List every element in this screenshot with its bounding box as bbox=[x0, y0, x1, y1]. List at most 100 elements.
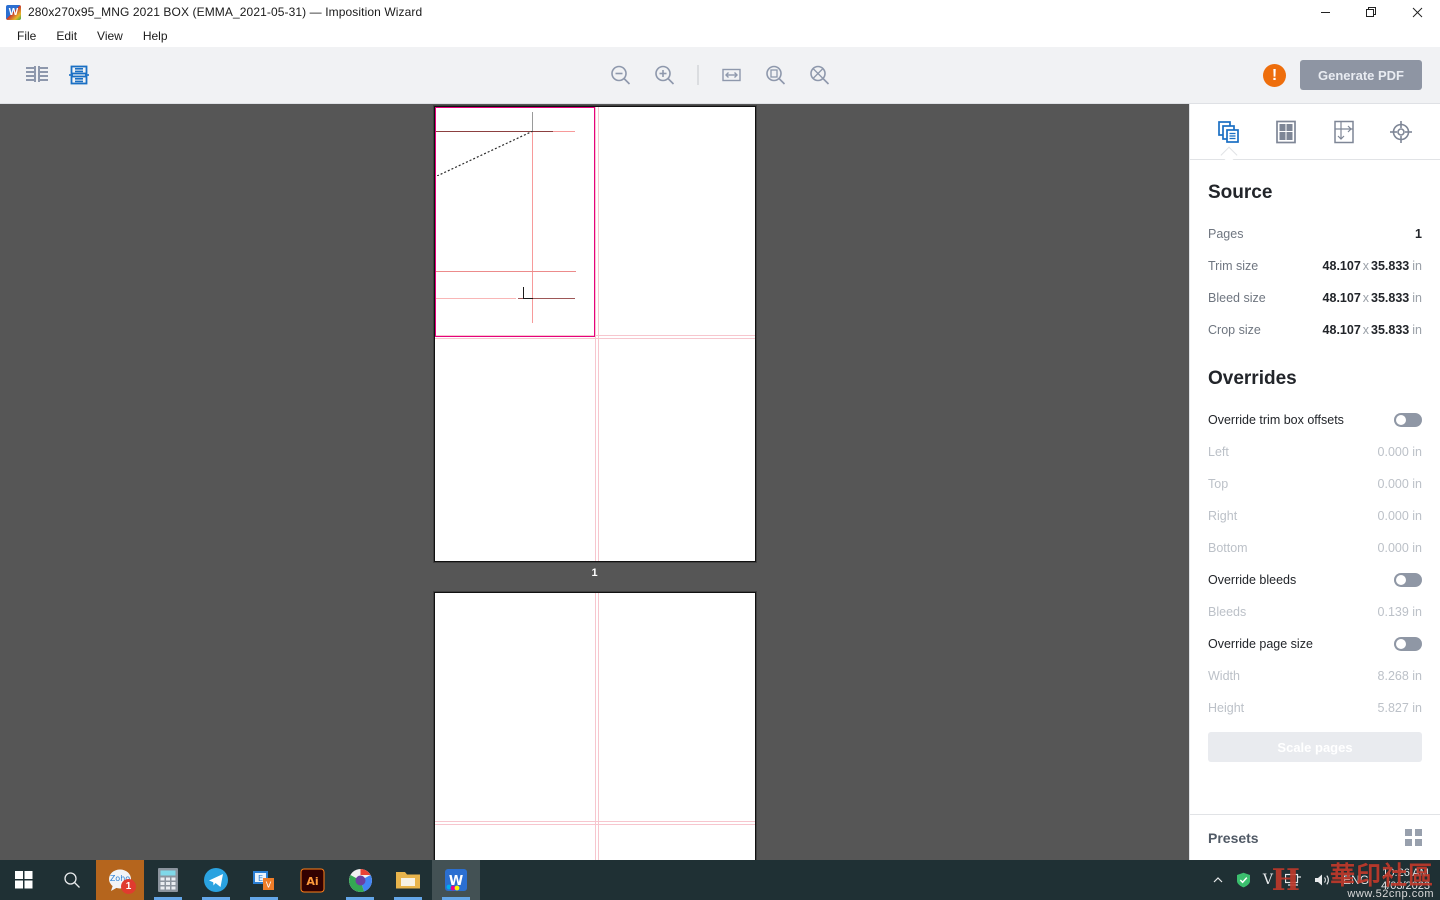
search-button[interactable] bbox=[48, 860, 96, 900]
sheet-page-label: 1 bbox=[591, 567, 598, 579]
clock-date: 4/03/2023 bbox=[1381, 880, 1430, 892]
row-value: 0.000 in bbox=[1377, 509, 1422, 523]
row-override-trim-box-offsets: Override trim box offsets bbox=[1208, 404, 1422, 436]
selected-page-slot[interactable] bbox=[434, 107, 595, 337]
row-label: Bleed size bbox=[1208, 291, 1266, 305]
fit-width-icon[interactable] bbox=[719, 62, 745, 88]
imposition-icon[interactable] bbox=[66, 62, 92, 88]
tab-margins[interactable] bbox=[1327, 115, 1361, 149]
unit-label: in bbox=[1412, 291, 1422, 305]
tab-layout[interactable] bbox=[1269, 115, 1303, 149]
shield-icon[interactable] bbox=[1236, 872, 1251, 888]
grid-guide-vertical bbox=[594, 593, 596, 860]
svg-text:E: E bbox=[258, 874, 263, 883]
minimize-button[interactable] bbox=[1302, 0, 1348, 24]
unit-label: in bbox=[1412, 323, 1422, 337]
notification-badge: 1 bbox=[121, 879, 136, 894]
taskbar-calculator[interactable] bbox=[144, 860, 192, 900]
row-label: Bottom bbox=[1208, 541, 1248, 555]
generate-pdf-button[interactable]: Generate PDF bbox=[1300, 60, 1422, 90]
row-bleeds: Bleeds 0.139 in bbox=[1208, 596, 1422, 628]
close-button[interactable] bbox=[1394, 0, 1440, 24]
taskbar-imposition-wizard[interactable]: W bbox=[432, 860, 480, 900]
window-controls bbox=[1302, 0, 1440, 24]
scale-pages-button[interactable]: Scale pages bbox=[1208, 732, 1422, 762]
override-page-size-toggle[interactable] bbox=[1394, 637, 1422, 651]
fit-page-icon[interactable] bbox=[807, 62, 833, 88]
menu-bar: File Edit View Help bbox=[0, 24, 1440, 47]
row-pages: Pages 1 bbox=[1208, 218, 1422, 250]
row-width: Width 8.268 in bbox=[1208, 660, 1422, 692]
preview-canvas[interactable]: 1 bbox=[0, 104, 1189, 860]
zoom-in-icon[interactable] bbox=[652, 62, 678, 88]
tab-source[interactable] bbox=[1212, 115, 1246, 149]
chevron-up-icon[interactable] bbox=[1212, 874, 1224, 886]
row-offset-left: Left 0.000 in bbox=[1208, 436, 1422, 468]
row-crop-size: Crop size 48.107 x 35.833 in bbox=[1208, 314, 1422, 346]
taskbar-zoho-chat[interactable]: Zoho 1 bbox=[96, 860, 144, 900]
presets-bar[interactable]: Presets bbox=[1190, 814, 1440, 860]
taskbar-telegram[interactable] bbox=[192, 860, 240, 900]
menu-edit[interactable]: Edit bbox=[47, 26, 86, 46]
dimension-separator: x bbox=[1362, 323, 1370, 337]
language-indicator[interactable]: ENG bbox=[1343, 873, 1369, 887]
body-area: 1 Source Pages 1 Trim size 48.107 x 35.8… bbox=[0, 104, 1440, 860]
start-button[interactable] bbox=[0, 860, 48, 900]
trim-width: 48.107 bbox=[1322, 259, 1361, 273]
warning-icon[interactable]: ! bbox=[1263, 63, 1287, 87]
taskbar-mail[interactable]: E V bbox=[240, 860, 288, 900]
taskbar-chrome[interactable] bbox=[336, 860, 384, 900]
bleed-width: 48.107 bbox=[1322, 291, 1361, 305]
row-label: Override page size bbox=[1208, 637, 1313, 651]
title-bar-left: 280x270x95_MNG 2021 BOX (EMMA_2021-05-31… bbox=[0, 4, 423, 20]
panels-icon[interactable] bbox=[24, 62, 50, 88]
menu-file[interactable]: File bbox=[8, 26, 45, 46]
override-trim-box-toggle[interactable] bbox=[1394, 413, 1422, 427]
menu-view[interactable]: View bbox=[88, 26, 132, 46]
volume-icon[interactable] bbox=[1314, 873, 1331, 887]
imposition-sheet-2[interactable] bbox=[433, 592, 756, 860]
toggle-knob bbox=[1396, 575, 1406, 585]
clock[interactable]: 10:26 AM 4/03/2023 bbox=[1381, 867, 1432, 893]
grid-guide-vertical bbox=[594, 107, 596, 561]
row-value: 0.000 in bbox=[1377, 541, 1422, 555]
grid-guide-vertical bbox=[597, 593, 599, 860]
row-label: Override trim box offsets bbox=[1208, 413, 1344, 427]
menu-help[interactable]: Help bbox=[134, 26, 177, 46]
taskbar-illustrator[interactable]: Ai bbox=[288, 860, 336, 900]
system-tray: V ENG 10:26 AM 4/03/2023 bbox=[1212, 860, 1440, 900]
row-label: Left bbox=[1208, 445, 1229, 459]
override-bleeds-toggle[interactable] bbox=[1394, 573, 1422, 587]
row-trim-size: Trim size 48.107 x 35.833 in bbox=[1208, 250, 1422, 282]
row-offset-top: Top 0.000 in bbox=[1208, 468, 1422, 500]
imposition-sheet-1[interactable] bbox=[433, 106, 756, 562]
unit-label: in bbox=[1412, 259, 1422, 273]
row-offset-bottom: Bottom 0.000 in bbox=[1208, 532, 1422, 564]
row-value: 48.107 x 35.833 in bbox=[1323, 259, 1422, 273]
watermark-logo-icon: H bbox=[1271, 863, 1300, 898]
toolbar-left-group bbox=[0, 62, 92, 88]
row-label: Top bbox=[1208, 477, 1229, 491]
main-toolbar: ! Generate PDF bbox=[0, 47, 1440, 104]
overrides-section-title: Overrides bbox=[1208, 368, 1297, 389]
row-value: 0.000 in bbox=[1377, 477, 1422, 491]
tab-marks[interactable] bbox=[1384, 115, 1418, 149]
toolbar-separator bbox=[697, 65, 699, 85]
application-window: 280x270x95_MNG 2021 BOX (EMMA_2021-05-31… bbox=[0, 0, 1440, 900]
row-offset-right: Right 0.000 in bbox=[1208, 500, 1422, 532]
svg-text:V: V bbox=[266, 881, 272, 890]
crop-height: 35.833 bbox=[1371, 323, 1410, 337]
window-title: 280x270x95_MNG 2021 BOX (EMMA_2021-05-31… bbox=[28, 5, 423, 19]
actual-size-icon[interactable] bbox=[763, 62, 789, 88]
row-override-page-size: Override page size bbox=[1208, 628, 1422, 660]
restore-button[interactable] bbox=[1348, 0, 1394, 24]
grid-presets-icon[interactable] bbox=[1405, 829, 1422, 846]
row-label: Height bbox=[1208, 701, 1245, 715]
taskbar-items: Zoho 1 E V Ai W bbox=[0, 860, 480, 900]
grid-guide-horizontal bbox=[434, 824, 755, 825]
sheet-item bbox=[433, 592, 756, 860]
zoom-out-icon[interactable] bbox=[608, 62, 634, 88]
app-logo-icon bbox=[6, 4, 21, 20]
clock-time: 10:26 AM bbox=[1382, 867, 1429, 879]
taskbar-file-explorer[interactable] bbox=[384, 860, 432, 900]
